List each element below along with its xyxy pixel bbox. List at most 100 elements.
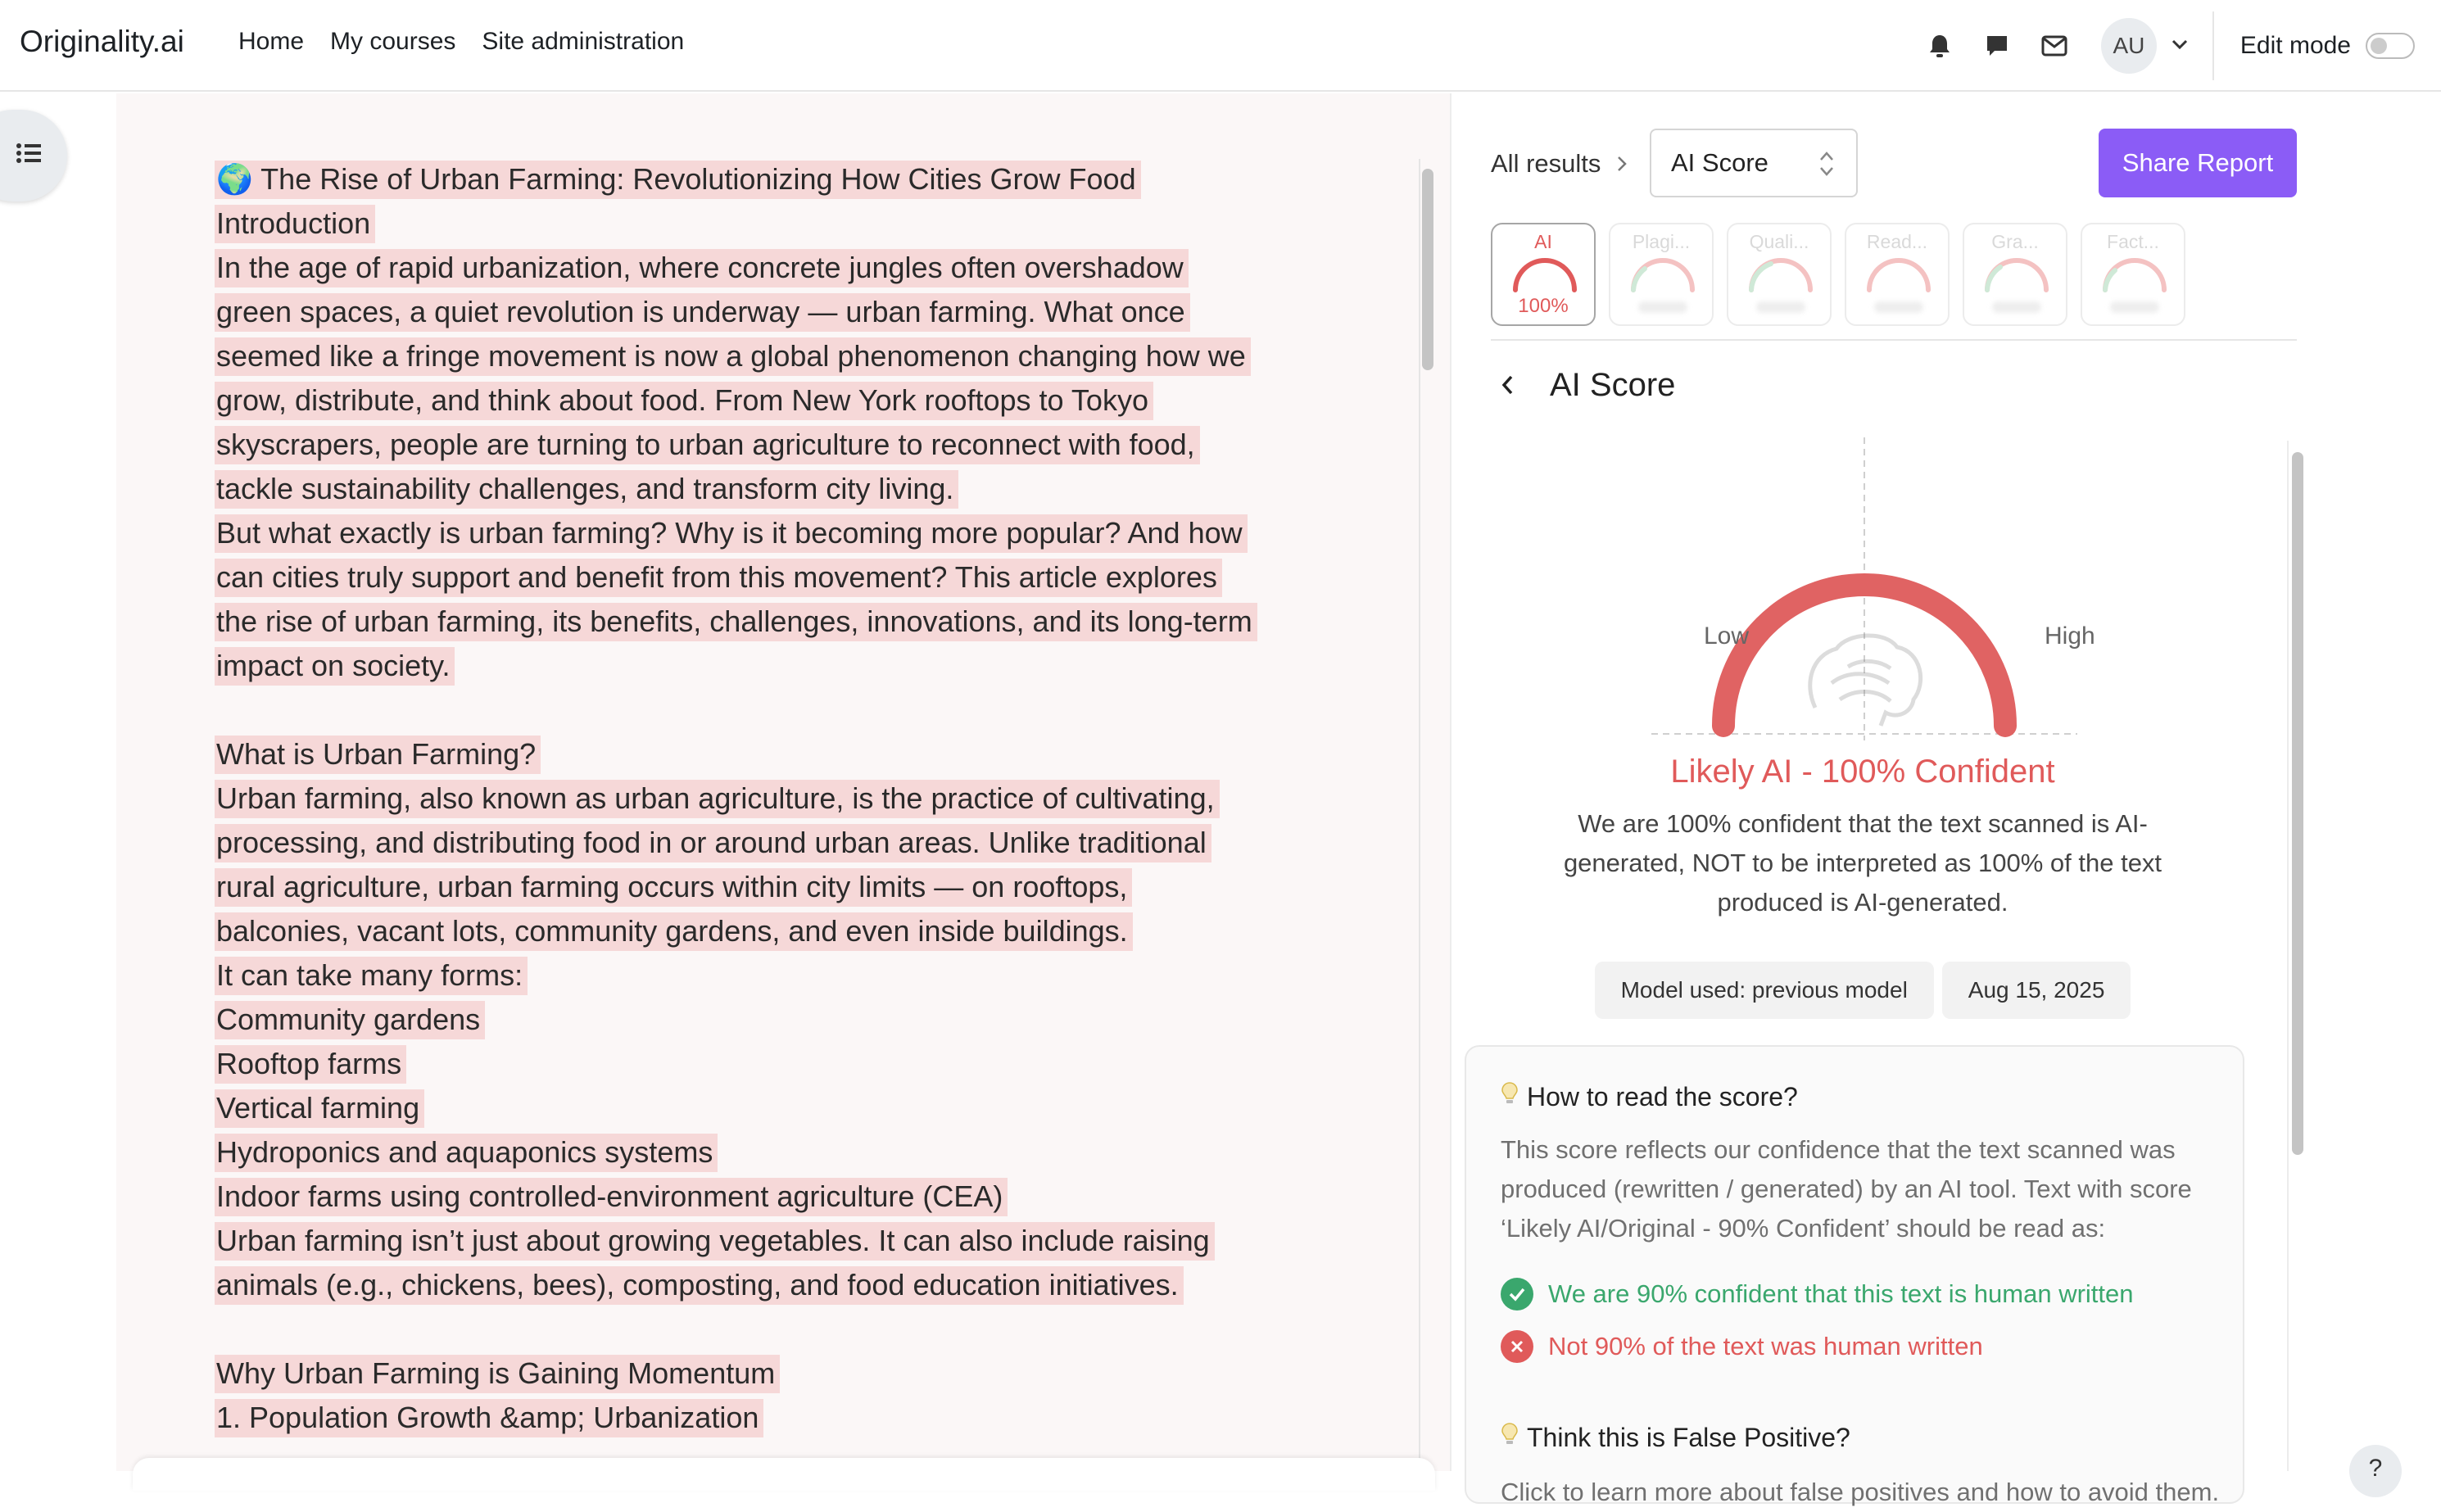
course-index-toggle-button[interactable] <box>0 110 67 201</box>
report-scrollbar[interactable] <box>2287 441 2307 1471</box>
score-tabs: AI 100% Plagi... Quali... Read... Gra...… <box>1491 223 2185 326</box>
model-used-chip: Model used: previous model <box>1594 962 1934 1019</box>
mail-icon[interactable] <box>2040 32 2068 60</box>
document-line: green spaces, a quiet revolution is unde… <box>215 290 1378 334</box>
nav-link-home[interactable]: Home <box>238 28 304 56</box>
ai-mini-gauge-icon <box>1513 258 1577 292</box>
document-line: Indoor farms using controlled-environmen… <box>215 1175 1378 1219</box>
document-line: Hydroponics and aquaponics systems <box>215 1130 1378 1175</box>
ai-highlighted-text[interactable]: But what exactly is urban farming? Why i… <box>215 514 1248 553</box>
tab-ai[interactable]: AI 100% <box>1491 223 1596 326</box>
document-line: Vertical farming <box>215 1086 1378 1130</box>
tab-plagiarism-label: Plagi... <box>1632 231 1691 252</box>
report-type-select[interactable]: AI Score <box>1650 129 1858 197</box>
blurred-value <box>1638 301 1687 313</box>
ai-highlighted-text[interactable]: the rise of urban farming, its benefits,… <box>215 603 1257 641</box>
report-panel: All results AI Score Share Report AI 100… <box>1451 93 2441 1506</box>
report-type-select-value: AI Score <box>1671 148 1768 177</box>
share-report-button[interactable]: Share Report <box>2099 129 2297 197</box>
quality-mini-gauge-icon <box>1749 258 1813 292</box>
primary-navigation: Home My courses Site administration <box>238 28 684 56</box>
nav-link-site-administration[interactable]: Site administration <box>482 28 684 56</box>
edit-mode-label: Edit mode <box>2239 32 2351 59</box>
ai-highlighted-text[interactable]: 1. Population Growth &amp; Urbanization <box>215 1399 764 1437</box>
incorrect-interpretation: Not 90% of the text was human written <box>1501 1330 1983 1363</box>
site-brand[interactable]: Originality.ai <box>20 25 184 59</box>
ai-highlighted-text[interactable]: green spaces, a quiet revolution is unde… <box>215 293 1190 332</box>
ai-highlighted-text[interactable]: balconies, vacant lots, community garden… <box>215 912 1133 951</box>
lightbulb-icon <box>1501 1422 1519 1453</box>
help-button[interactable]: ? <box>2349 1445 2402 1497</box>
tab-readability[interactable]: Read... <box>1845 223 1950 326</box>
how-to-read-heading: How to read the score? <box>1501 1081 1798 1112</box>
document-line: What is Urban Farming? <box>215 732 1378 776</box>
lightbulb-icon <box>1501 1081 1519 1112</box>
ai-highlighted-text[interactable]: animals (e.g., chickens, bees), composti… <box>215 1266 1184 1305</box>
document-line: Why Urban Farming is Gaining Momentum <box>215 1351 1378 1396</box>
ai-highlighted-text[interactable]: Hydroponics and aquaponics systems <box>215 1134 718 1172</box>
back-chevron-icon[interactable] <box>1501 367 1520 404</box>
ai-highlighted-text[interactable]: Indoor farms using controlled-environmen… <box>215 1178 1008 1216</box>
section-title: AI Score <box>1550 367 1676 403</box>
chat-icon[interactable] <box>1983 32 2011 60</box>
ai-highlighted-text[interactable]: Why Urban Farming is Gaining Momentum <box>215 1355 781 1393</box>
false-positive-heading[interactable]: Think this is False Positive? <box>1501 1422 1850 1453</box>
blurred-value <box>1756 301 1805 313</box>
ai-score-gauge <box>1651 437 2077 740</box>
bell-icon[interactable] <box>1926 32 1954 60</box>
document-line <box>215 688 1378 732</box>
document-scrollbar-thumb[interactable] <box>1422 169 1433 370</box>
ai-highlighted-text[interactable]: Community gardens <box>215 1001 486 1039</box>
document-line: grow, distribute, and think about food. … <box>215 378 1378 423</box>
ai-highlighted-text[interactable]: can cities truly support and benefit fro… <box>215 559 1222 597</box>
document-scrollbar[interactable] <box>1419 159 1433 1469</box>
breadcrumb: All results <box>1491 149 1630 179</box>
user-avatar[interactable]: AU <box>2100 18 2157 74</box>
ai-highlighted-text[interactable]: impact on society. <box>215 647 455 686</box>
navbar-user-tools: AU Edit mode <box>1926 0 2441 92</box>
ai-highlighted-text[interactable]: Urban farming, also known as urban agric… <box>215 780 1220 818</box>
how-to-read-title: How to read the score? <box>1527 1081 1798 1111</box>
ai-highlighted-text[interactable]: 🌍 The Rise of Urban Farming: Revolutioni… <box>215 161 1141 199</box>
ai-highlighted-text[interactable]: processing, and distributing food in or … <box>215 824 1211 862</box>
tab-fact-check[interactable]: Fact... <box>2081 223 2185 326</box>
ai-highlighted-text[interactable]: skyscrapers, people are turning to urban… <box>215 426 1200 464</box>
ai-highlighted-text[interactable]: grow, distribute, and think about food. … <box>215 382 1153 420</box>
ai-highlighted-text[interactable]: Urban farming isn’t just about growing v… <box>215 1222 1215 1261</box>
ai-highlighted-text[interactable]: seemed like a fringe movement is now a g… <box>215 337 1251 376</box>
breadcrumb-all-results[interactable]: All results <box>1491 149 1601 179</box>
ai-highlighted-text[interactable]: Introduction <box>215 205 376 243</box>
document-line: seemed like a fringe movement is now a g… <box>215 334 1378 378</box>
edit-mode-toggle[interactable] <box>2366 33 2415 59</box>
document-line: can cities truly support and benefit fro… <box>215 555 1378 600</box>
ai-highlighted-text[interactable]: What is Urban Farming? <box>215 736 541 774</box>
scanned-document-text: 🌍 The Rise of Urban Farming: Revolutioni… <box>215 157 1378 1440</box>
ai-verdict: Likely AI - 100% Confident <box>1670 754 2055 790</box>
ai-highlighted-text[interactable]: Rooftop farms <box>215 1045 407 1084</box>
report-scrollbar-thumb[interactable] <box>2292 452 2303 1155</box>
gauge-low-label: Low <box>1704 622 1750 650</box>
document-line: 🌍 The Rise of Urban Farming: Revolutioni… <box>215 157 1378 201</box>
tab-plagiarism[interactable]: Plagi... <box>1609 223 1714 326</box>
ai-highlighted-text[interactable]: tackle sustainability challenges, and tr… <box>215 470 959 509</box>
tab-quality[interactable]: Quali... <box>1727 223 1832 326</box>
ai-highlighted-text[interactable]: Vertical farming <box>215 1089 425 1128</box>
ai-highlighted-text[interactable]: rural agriculture, urban farming occurs … <box>215 868 1133 907</box>
ai-highlighted-text[interactable]: In the age of rapid urbanization, where … <box>215 249 1189 287</box>
document-line: 1. Population Growth &amp; Urbanization <box>215 1396 1378 1440</box>
readability-mini-gauge-icon <box>1867 258 1931 292</box>
blurred-value <box>1992 301 2041 313</box>
tab-fact-check-label: Fact... <box>2107 231 2159 252</box>
navbar-divider <box>2212 11 2214 80</box>
false-positive-body[interactable]: Click to learn more about false positive… <box>1501 1473 2221 1512</box>
tab-grammar[interactable]: Gra... <box>1963 223 2067 326</box>
document-line <box>215 1307 1378 1351</box>
section-header: AI Score <box>1501 367 1675 404</box>
tab-ai-value: 100% <box>1518 295 1569 317</box>
nav-link-my-courses[interactable]: My courses <box>330 28 455 56</box>
ai-highlighted-text[interactable]: It can take many forms: <box>215 957 528 995</box>
ai-score-details: Low High Likely AI - 100% Confident We a… <box>1465 437 2298 1506</box>
document-line: skyscrapers, people are turning to urban… <box>215 423 1378 467</box>
scan-date-chip: Aug 15, 2025 <box>1941 962 2131 1019</box>
chevron-down-icon[interactable] <box>2172 38 2190 53</box>
